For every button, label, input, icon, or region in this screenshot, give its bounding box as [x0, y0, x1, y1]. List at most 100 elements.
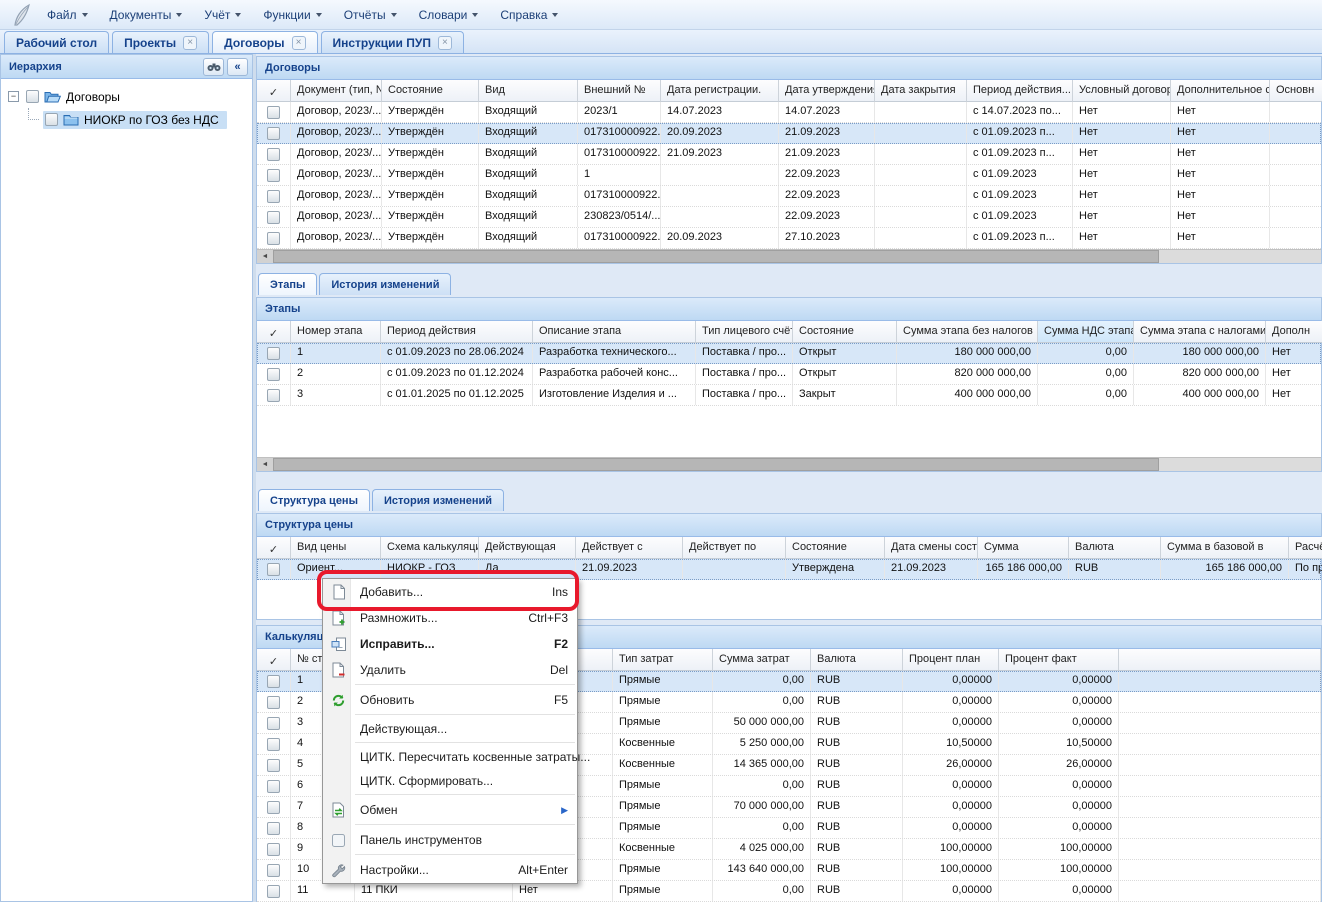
row-checkbox[interactable] — [267, 864, 280, 877]
search-binoculars-button[interactable] — [203, 58, 224, 76]
table-row[interactable]: Договор, 2023/...УтверждёнВходящий017310… — [257, 228, 1321, 249]
row-checkbox[interactable] — [267, 106, 280, 119]
tree-checkbox[interactable] — [26, 90, 39, 103]
document-tab[interactable]: Проекты× — [112, 31, 209, 53]
menubar-item[interactable]: Файл — [36, 4, 99, 26]
column-header[interactable]: Описание этапа — [533, 321, 696, 343]
row-checkbox[interactable] — [267, 801, 280, 814]
row-checkbox[interactable] — [267, 822, 280, 835]
column-header[interactable]: Условный договор — [1073, 80, 1171, 102]
select-all-column-header[interactable]: ✓ — [257, 537, 291, 559]
section-tab[interactable]: История изменений — [372, 489, 504, 511]
column-header[interactable]: Схема калькуляци — [381, 537, 479, 559]
tab-close-icon[interactable]: × — [292, 36, 306, 50]
row-checkbox[interactable] — [267, 843, 280, 856]
table-row[interactable]: Договор, 2023/...УтверждёнВходящий2023/1… — [257, 102, 1321, 123]
context-menu-item[interactable]: Настройки...Alt+Enter — [323, 857, 577, 883]
collapse-panel-button[interactable]: « — [227, 58, 248, 76]
tree-expander-icon[interactable]: − — [8, 91, 19, 102]
tab-close-icon[interactable]: × — [438, 36, 452, 50]
column-header[interactable]: Сумма — [978, 537, 1069, 559]
column-header[interactable]: Период действия... — [967, 80, 1073, 102]
table-row[interactable]: 1111 ПКИНетПрямые0,00RUB0,000000,00000 — [257, 881, 1321, 902]
column-header[interactable]: Документ (тип, № — [291, 80, 382, 102]
column-header[interactable]: Дата смены состоя — [885, 537, 978, 559]
column-header[interactable]: Номер этапа — [291, 321, 381, 343]
table-row[interactable]: 1с 01.09.2023 по 28.06.2024Разработка те… — [257, 343, 1321, 364]
table-row[interactable]: Договор, 2023/...УтверждёнВходящий017310… — [257, 186, 1321, 207]
row-checkbox[interactable] — [267, 885, 280, 898]
column-header[interactable]: Дата закрытия — [875, 80, 967, 102]
menubar-item[interactable]: Функции — [252, 4, 332, 26]
context-menu-item[interactable]: УдалитьDel — [323, 657, 577, 683]
row-checkbox[interactable] — [267, 127, 280, 140]
column-header[interactable]: Процент факт — [999, 649, 1119, 671]
section-tab[interactable]: Структура цены — [258, 489, 370, 511]
row-checkbox[interactable] — [267, 232, 280, 245]
column-header[interactable]: Сумма этапа без налогов — [897, 321, 1038, 343]
column-header[interactable]: Сумма этапа с налогами — [1134, 321, 1266, 343]
row-checkbox[interactable] — [267, 148, 280, 161]
section-tab[interactable]: История изменений — [319, 273, 451, 295]
tree-node[interactable]: НИОКР по ГОЗ без НДС — [1, 108, 252, 131]
context-menu-item[interactable]: Действующая... — [323, 717, 577, 741]
context-menu-item[interactable]: ЦИТК. Сформировать... — [323, 769, 577, 793]
select-all-column-header[interactable]: ✓ — [257, 321, 291, 343]
row-checkbox[interactable] — [267, 675, 280, 688]
row-checkbox[interactable] — [267, 347, 280, 360]
scroll-left-icon[interactable]: ◄ — [257, 250, 273, 263]
context-menu-item[interactable]: Добавить...Ins — [323, 579, 577, 605]
scroll-left-icon[interactable]: ◄ — [257, 458, 273, 471]
row-checkbox[interactable] — [267, 780, 280, 793]
tab-close-icon[interactable]: × — [183, 36, 197, 50]
table-row[interactable]: Договор, 2023/...УтверждёнВходящий230823… — [257, 207, 1321, 228]
column-header[interactable]: Дополн — [1266, 321, 1322, 343]
row-checkbox[interactable] — [267, 190, 280, 203]
context-menu-item[interactable]: ЦИТК. Пересчитать косвенные затраты... — [323, 745, 577, 769]
column-header[interactable]: Действующая — [479, 537, 576, 559]
menubar-item[interactable]: Документы — [99, 4, 194, 26]
column-header[interactable]: Дата утверждения — [779, 80, 875, 102]
context-menu-item[interactable]: Исправить...F2 — [323, 631, 577, 657]
table-row[interactable]: 2с 01.09.2023 по 01.12.2024Разработка ра… — [257, 364, 1321, 385]
horizontal-scrollbar[interactable]: ◄ — [257, 249, 1321, 263]
row-checkbox[interactable] — [267, 717, 280, 730]
table-row[interactable]: 3с 01.01.2025 по 01.12.2025Изготовление … — [257, 385, 1321, 406]
table-row[interactable]: Договор, 2023/...УтверждёнВходящий017310… — [257, 123, 1321, 144]
tree-checkbox[interactable] — [45, 113, 58, 126]
column-header[interactable]: Тип затрат — [613, 649, 713, 671]
section-tab[interactable]: Этапы — [258, 273, 317, 295]
tree-node[interactable]: −Договоры — [1, 85, 252, 108]
row-checkbox[interactable] — [267, 211, 280, 224]
document-tab[interactable]: Инструкции ПУП× — [321, 31, 464, 53]
table-row[interactable]: Ориент...НИОКР - ГОЗДа21.09.2023Утвержде… — [257, 559, 1321, 580]
table-row[interactable]: Договор, 2023/...УтверждёнВходящий017310… — [257, 144, 1321, 165]
menubar-item[interactable]: Словари — [408, 4, 490, 26]
column-header[interactable]: Период действия — [381, 321, 533, 343]
column-header[interactable]: Расчёт — [1289, 537, 1322, 559]
column-header[interactable]: Тип лицевого счёт — [696, 321, 793, 343]
column-header[interactable]: Состояние — [786, 537, 885, 559]
row-checkbox[interactable] — [267, 169, 280, 182]
document-tab[interactable]: Рабочий стол — [4, 31, 109, 53]
select-all-column-header[interactable]: ✓ — [257, 80, 291, 102]
column-header[interactable]: Вид цены — [291, 537, 381, 559]
horizontal-scrollbar[interactable]: ◄ — [257, 457, 1321, 471]
context-menu-item[interactable]: Обмен▶ — [323, 797, 577, 823]
column-header[interactable]: Вид — [479, 80, 578, 102]
column-header[interactable]: Сумма НДС этапа — [1038, 321, 1134, 343]
menubar-item[interactable]: Справка — [489, 4, 569, 26]
row-checkbox[interactable] — [267, 563, 280, 576]
document-tab[interactable]: Договоры× — [212, 31, 317, 53]
column-header[interactable]: Внешний № — [578, 80, 661, 102]
menubar-item[interactable]: Отчёты — [333, 4, 408, 26]
row-checkbox[interactable] — [267, 759, 280, 772]
column-header[interactable]: Сумма в базовой в — [1161, 537, 1289, 559]
context-menu-item[interactable]: Панель инструментов — [323, 827, 577, 853]
menubar-item[interactable]: Учёт — [193, 4, 252, 26]
column-header[interactable]: Действует по — [683, 537, 786, 559]
select-all-column-header[interactable]: ✓ — [257, 649, 291, 671]
context-menu-item[interactable]: ОбновитьF5 — [323, 687, 577, 713]
column-header[interactable]: Дополнительное с — [1171, 80, 1270, 102]
column-header[interactable]: Валюта — [811, 649, 903, 671]
